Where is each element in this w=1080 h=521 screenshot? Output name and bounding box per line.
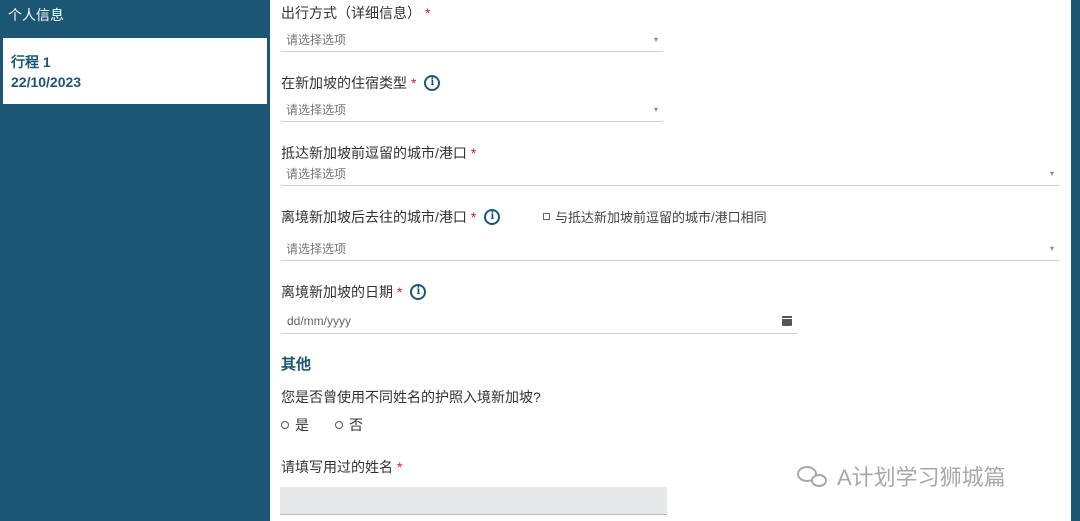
last-city-placeholder: 请选择选项 — [286, 167, 347, 181]
accommodation-select[interactable]: 请选择选项 ▾ — [281, 98, 663, 122]
same-city-checkbox[interactable]: 与抵达新加坡前逗留的城市/港口相同 — [543, 207, 767, 226]
sidebar-header[interactable]: 个人信息 — [8, 5, 64, 25]
info-icon[interactable]: i — [410, 284, 427, 300]
chevron-down-icon: ▾ — [653, 35, 658, 44]
chevron-down-icon: ▾ — [1049, 244, 1054, 253]
last-city-label: 抵达新加坡前逗留的城市/港口 * — [281, 143, 476, 163]
last-city-label-text: 抵达新加坡前逗留的城市/港口 — [281, 145, 467, 161]
watermark-text: A计划学习狮城篇 — [837, 465, 1006, 490]
required-mark: * — [470, 209, 477, 225]
different-name-radio-group: 是 否 — [281, 415, 389, 435]
watermark: A计划学习狮城篇 — [797, 460, 1006, 492]
sidebar: 个人信息 行程 1 22/10/2023 — [0, 0, 270, 521]
used-name-input[interactable] — [280, 487, 667, 515]
accommodation-label-text: 在新加坡的住宿类型 — [281, 75, 407, 91]
right-border — [1071, 0, 1080, 521]
departure-date-label-text: 离境新加坡的日期 — [281, 284, 393, 300]
chevron-down-icon: ▾ — [1049, 169, 1054, 178]
next-city-label: 离境新加坡后去往的城市/港口 * i — [281, 207, 501, 227]
departure-date-label: 离境新加坡的日期 * i — [281, 282, 427, 302]
required-mark: * — [411, 75, 417, 91]
info-icon[interactable]: i — [484, 209, 501, 225]
travel-mode-select[interactable]: 请选择选项 ▾ — [281, 28, 663, 52]
next-city-label-text: 离境新加坡后去往的城市/港口 — [281, 209, 467, 225]
different-name-question: 您是否曾使用不同姓名的护照入境新加坡? — [281, 389, 541, 405]
departure-date-placeholder: dd/mm/yyyy — [287, 313, 352, 328]
travel-mode-label-text: 出行方式（详细信息） — [281, 5, 421, 21]
chevron-down-icon: ▾ — [653, 105, 658, 114]
radio-icon[interactable] — [335, 421, 343, 429]
departure-date-input[interactable]: dd/mm/yyyy — [281, 308, 798, 334]
required-mark: * — [397, 284, 403, 300]
last-city-select[interactable]: 请选择选项 ▾ — [281, 162, 1059, 186]
section-title-other: 其他 — [281, 356, 312, 373]
used-name-label: 请填写用过的姓名 * — [281, 457, 402, 477]
wechat-icon — [797, 464, 831, 488]
radio-option-no[interactable]: 否 — [335, 415, 363, 435]
used-name-label-text: 请填写用过的姓名 — [281, 459, 393, 475]
travel-mode-placeholder: 请选择选项 — [286, 33, 347, 47]
trip-card[interactable]: 行程 1 22/10/2023 — [3, 38, 267, 104]
radio-option-yes[interactable]: 是 — [281, 415, 309, 435]
required-mark: * — [470, 145, 477, 161]
radio-label-yes: 是 — [295, 417, 309, 433]
accommodation-placeholder: 请选择选项 — [286, 103, 347, 117]
same-city-checkbox-label: 与抵达新加坡前逗留的城市/港口相同 — [555, 210, 767, 225]
travel-mode-label: 出行方式（详细信息） * — [281, 3, 430, 23]
next-city-select[interactable]: 请选择选项 ▾ — [281, 237, 1059, 261]
trip-date: 22/10/2023 — [11, 74, 82, 90]
required-mark: * — [425, 5, 431, 21]
trip-title: 行程 1 — [11, 54, 51, 70]
info-icon[interactable]: i — [424, 75, 441, 91]
next-city-placeholder: 请选择选项 — [286, 242, 347, 256]
radio-icon[interactable] — [281, 421, 289, 429]
accommodation-label: 在新加坡的住宿类型 * i — [281, 73, 441, 93]
checkbox-icon[interactable] — [543, 213, 550, 220]
radio-label-no: 否 — [349, 417, 363, 433]
calendar-icon[interactable] — [782, 315, 792, 326]
required-mark: * — [397, 459, 403, 475]
